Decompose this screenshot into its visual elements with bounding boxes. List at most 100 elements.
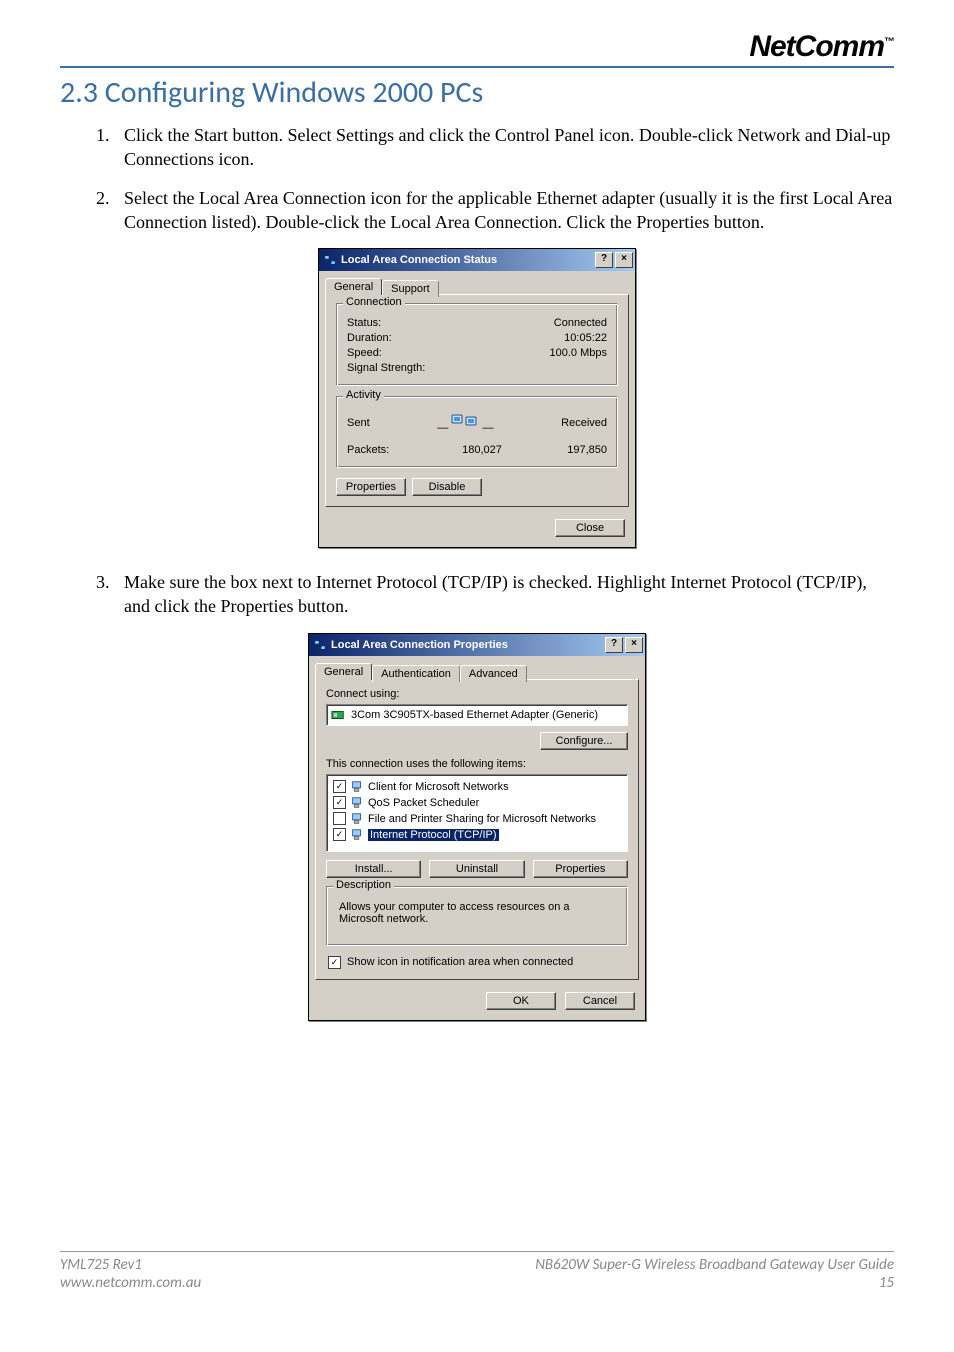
close-button[interactable]: × (615, 252, 633, 268)
network-icon (313, 638, 327, 652)
status-title: Local Area Connection Status (341, 254, 593, 266)
ok-button[interactable]: OK (486, 992, 556, 1010)
properties-dialog: Local Area Connection Properties ? × Gen… (308, 633, 646, 1021)
cancel-button[interactable]: Cancel (565, 992, 635, 1010)
props-title: Local Area Connection Properties (331, 639, 603, 651)
props-footer: OK Cancel (309, 986, 645, 1020)
help-button[interactable]: ? (595, 252, 613, 268)
signal-label: Signal Strength: (347, 362, 527, 374)
status-panel: Connection Status:Connected Duration:10:… (325, 294, 629, 507)
tab-authentication[interactable]: Authentication (372, 665, 460, 682)
help-button[interactable]: ? (605, 637, 623, 653)
network-icon (323, 253, 337, 267)
activity-legend: Activity (343, 389, 384, 401)
footer-left: YML725 Rev1 www.netcomm.com.au (60, 1256, 201, 1292)
component-icon (350, 796, 364, 810)
component-icon (350, 828, 364, 842)
description-legend: Description (333, 879, 394, 891)
uninstall-button[interactable]: Uninstall (429, 860, 524, 878)
tab-advanced[interactable]: Advanced (460, 665, 527, 682)
section-title: 2.3 Configuring Windows 2000 PCs (60, 74, 894, 111)
footer-page-number: 15 (535, 1274, 894, 1292)
dash-left: — (437, 422, 448, 434)
install-button[interactable]: Install... (326, 860, 421, 878)
item-label: Client for Microsoft Networks (368, 781, 509, 793)
description-group: Description Allows your computer to acce… (326, 886, 628, 946)
disable-button[interactable]: Disable (412, 478, 482, 496)
signal-value (527, 362, 607, 374)
status-button-row: Properties Disable (336, 478, 618, 496)
figure-status-dialog: Local Area Connection Status ? × General… (60, 248, 894, 548)
network-item[interactable]: File and Printer Sharing for Microsoft N… (331, 811, 623, 827)
footer-doc-rev: YML725 Rev1 (60, 1256, 201, 1274)
show-icon-checkbox[interactable]: ✓ (328, 956, 341, 969)
dash-right: — (482, 422, 493, 434)
nic-icon (331, 708, 345, 722)
network-item[interactable]: ✓ Internet Protocol (TCP/IP) (331, 827, 623, 843)
speed-label: Speed: (347, 347, 527, 359)
computers-icon (451, 411, 479, 434)
brand-tm: ™ (884, 36, 894, 48)
header-rule (60, 66, 894, 68)
figure-properties-dialog: Local Area Connection Properties ? × Gen… (60, 633, 894, 1021)
show-icon-row[interactable]: ✓ Show icon in notification area when co… (328, 956, 628, 969)
item-checkbox[interactable]: ✓ (333, 796, 346, 809)
component-icon (350, 780, 364, 794)
tab-support[interactable]: Support (382, 280, 439, 297)
status-label: Status: (347, 317, 527, 329)
duration-label: Duration: (347, 332, 527, 344)
packets-sent: 180,027 (437, 444, 527, 456)
speed-value: 100.0 Mbps (527, 347, 607, 359)
received-label: Received (561, 417, 607, 429)
connection-legend: Connection (343, 296, 405, 308)
status-value: Connected (527, 317, 607, 329)
duration-value: 10:05:22 (527, 332, 607, 344)
status-titlebar: Local Area Connection Status ? × (319, 249, 635, 271)
component-icon (350, 812, 364, 826)
instruction-list: Click the Start button. Select Settings … (114, 123, 894, 234)
items-listbox[interactable]: ✓ Client for Microsoft Networks ✓ QoS Packe… (326, 774, 628, 852)
close-dialog-button[interactable]: Close (555, 519, 625, 537)
close-button[interactable]: × (625, 637, 643, 653)
items-button-row: Install... Uninstall Properties (326, 860, 628, 878)
footer-url: www.netcomm.com.au (60, 1274, 201, 1292)
network-item[interactable]: ✓ Client for Microsoft Networks (331, 779, 623, 795)
footer-right: NB620W Super-G Wireless Broadband Gatewa… (535, 1256, 894, 1292)
status-dialog: Local Area Connection Status ? × General… (318, 248, 636, 548)
adapter-name: 3Com 3C905TX-based Ethernet Adapter (Gen… (351, 709, 598, 721)
item-checkbox[interactable]: ✓ (333, 780, 346, 793)
adapter-field: 3Com 3C905TX-based Ethernet Adapter (Gen… (326, 704, 628, 726)
item-label: QoS Packet Scheduler (368, 797, 479, 809)
properties-button[interactable]: Properties (336, 478, 406, 496)
props-tabstrip: General Authentication Advanced (309, 656, 645, 679)
item-properties-button[interactable]: Properties (533, 860, 628, 878)
tab-general[interactable]: General (315, 663, 372, 680)
configure-button[interactable]: Configure... (540, 732, 628, 750)
props-titlebar: Local Area Connection Properties ? × (309, 634, 645, 656)
connection-group: Connection Status:Connected Duration:10:… (336, 303, 618, 386)
brand-name: NetComm (749, 30, 884, 63)
connect-using-label: Connect using: (326, 688, 628, 700)
footer-guide-title: NB620W Super-G Wireless Broadband Gatewa… (535, 1256, 894, 1274)
sent-label: Sent (347, 417, 370, 429)
packets-label: Packets: (347, 444, 437, 456)
description-text: Allows your computer to access resources… (339, 901, 615, 925)
step-3: Make sure the box next to Internet Proto… (114, 570, 894, 619)
step-1: Click the Start button. Select Settings … (114, 123, 894, 172)
brand-logo: NetComm™ (60, 30, 894, 64)
page-footer: YML725 Rev1 www.netcomm.com.au NB620W Su… (60, 1251, 894, 1292)
network-item[interactable]: ✓ QoS Packet Scheduler (331, 795, 623, 811)
status-footer: Close (319, 513, 635, 547)
item-label: File and Printer Sharing for Microsoft N… (368, 813, 596, 825)
status-tabstrip: General Support (319, 271, 635, 294)
show-icon-label: Show icon in notification area when conn… (347, 956, 573, 968)
items-label: This connection uses the following items… (326, 758, 628, 770)
instruction-list-cont: Make sure the box next to Internet Proto… (114, 570, 894, 619)
item-checkbox[interactable]: ✓ (333, 828, 346, 841)
props-panel: Connect using: 3Com 3C905TX-based Ethern… (315, 679, 639, 980)
item-checkbox[interactable] (333, 812, 346, 825)
tab-general[interactable]: General (325, 278, 382, 295)
activity-group: Activity Sent — — Received Pac (336, 396, 618, 468)
item-label: Internet Protocol (TCP/IP) (368, 829, 499, 841)
activity-mid: — — (370, 411, 562, 434)
